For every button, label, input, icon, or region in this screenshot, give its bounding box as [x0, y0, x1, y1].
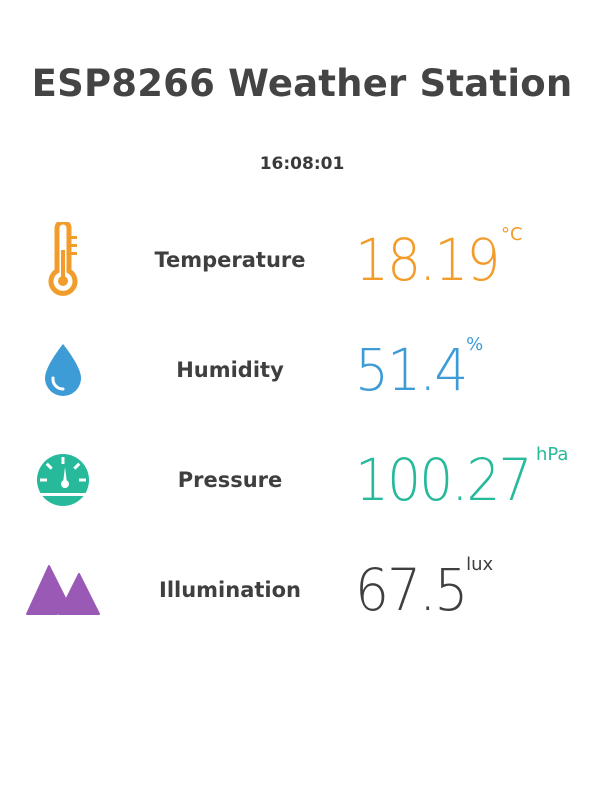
gauge-icon — [18, 435, 108, 525]
temperature-unit: °C — [501, 224, 523, 245]
illumination-reading: 67.5lux — [355, 545, 493, 635]
page-title: ESP8266 Weather Station — [31, 62, 573, 105]
humidity-reading: 51.4% — [355, 325, 483, 415]
pressure-row: Pressure 100.27 hPa — [0, 435, 604, 525]
pressure-unit: hPa — [535, 444, 569, 465]
illumination-value: 67.5 — [355, 556, 468, 624]
pressure-value: 100.27 — [355, 446, 533, 514]
humidity-row: Humidity 51.4% — [0, 325, 604, 415]
illumination-row: Illumination 67.5lux — [0, 545, 604, 635]
temperature-reading: 18.19 °C — [355, 215, 523, 305]
pressure-label: Pressure — [177, 468, 283, 492]
illumination-unit: lux — [466, 554, 494, 575]
humidity-label: Humidity — [176, 358, 284, 382]
temperature-label: Temperature — [154, 248, 306, 272]
pressure-reading: 100.27 hPa — [355, 435, 568, 525]
humidity-unit: % — [466, 334, 484, 355]
humidity-value: 51.4 — [355, 336, 468, 404]
thermometer-icon — [18, 215, 108, 305]
temperature-value: 18.19 — [355, 226, 500, 294]
timestamp: 16:08:01 — [259, 154, 345, 174]
temperature-row: Temperature 18.19 °C — [0, 215, 604, 305]
illumination-label: Illumination — [159, 578, 301, 602]
mountains-icon — [18, 545, 108, 635]
water-drop-icon — [18, 325, 108, 415]
